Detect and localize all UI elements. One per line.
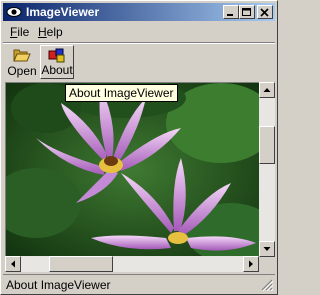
- scroll-right-button[interactable]: [243, 256, 259, 272]
- open-button[interactable]: Open: [6, 45, 38, 79]
- status-bar: About ImageViewer: [3, 274, 275, 293]
- arrow-left-icon: [11, 260, 15, 268]
- menu-help-accel: H: [38, 25, 47, 39]
- main-window: ImageViewer File Help Open About About I…: [0, 0, 278, 295]
- folder-open-icon: [13, 49, 31, 62]
- toolbar: Open About: [3, 42, 275, 81]
- horizontal-scrollbar[interactable]: [5, 256, 259, 272]
- status-text: About ImageViewer: [6, 278, 111, 292]
- eye-icon: [6, 7, 22, 17]
- scroll-down-button[interactable]: [259, 241, 275, 257]
- arrow-up-icon: [263, 88, 271, 92]
- about-label: About: [41, 63, 73, 77]
- open-label: Open: [7, 64, 37, 78]
- menu-help[interactable]: Help: [38, 25, 63, 39]
- window-title: ImageViewer: [26, 5, 100, 19]
- close-icon: [260, 8, 269, 17]
- horizontal-scroll-thumb[interactable]: [49, 256, 113, 272]
- water-lily-image: [6, 83, 260, 256]
- arrow-down-icon: [263, 247, 271, 251]
- about-button[interactable]: About: [40, 45, 74, 79]
- vertical-scroll-thumb[interactable]: [259, 126, 275, 164]
- arrow-right-icon: [249, 260, 253, 268]
- scrollbar-corner: [259, 257, 275, 273]
- scroll-left-button[interactable]: [5, 256, 21, 272]
- maximize-button[interactable]: [239, 5, 255, 19]
- menu-bar: File Help: [3, 23, 275, 41]
- minimize-icon: [227, 14, 233, 16]
- menu-file[interactable]: File: [10, 25, 29, 39]
- resize-grip-icon[interactable]: [261, 279, 273, 291]
- tooltip: About ImageViewer: [65, 84, 178, 102]
- shapes-icon: [48, 48, 65, 63]
- menu-file-label: ile: [17, 25, 30, 39]
- menu-help-label: elp: [46, 25, 63, 39]
- minimize-button[interactable]: [223, 5, 239, 19]
- scroll-up-button[interactable]: [259, 82, 275, 98]
- maximize-icon: [242, 8, 251, 16]
- vertical-scrollbar[interactable]: [259, 82, 275, 257]
- title-bar[interactable]: ImageViewer: [3, 3, 275, 21]
- close-button[interactable]: [257, 5, 273, 19]
- image-viewport[interactable]: [5, 82, 261, 257]
